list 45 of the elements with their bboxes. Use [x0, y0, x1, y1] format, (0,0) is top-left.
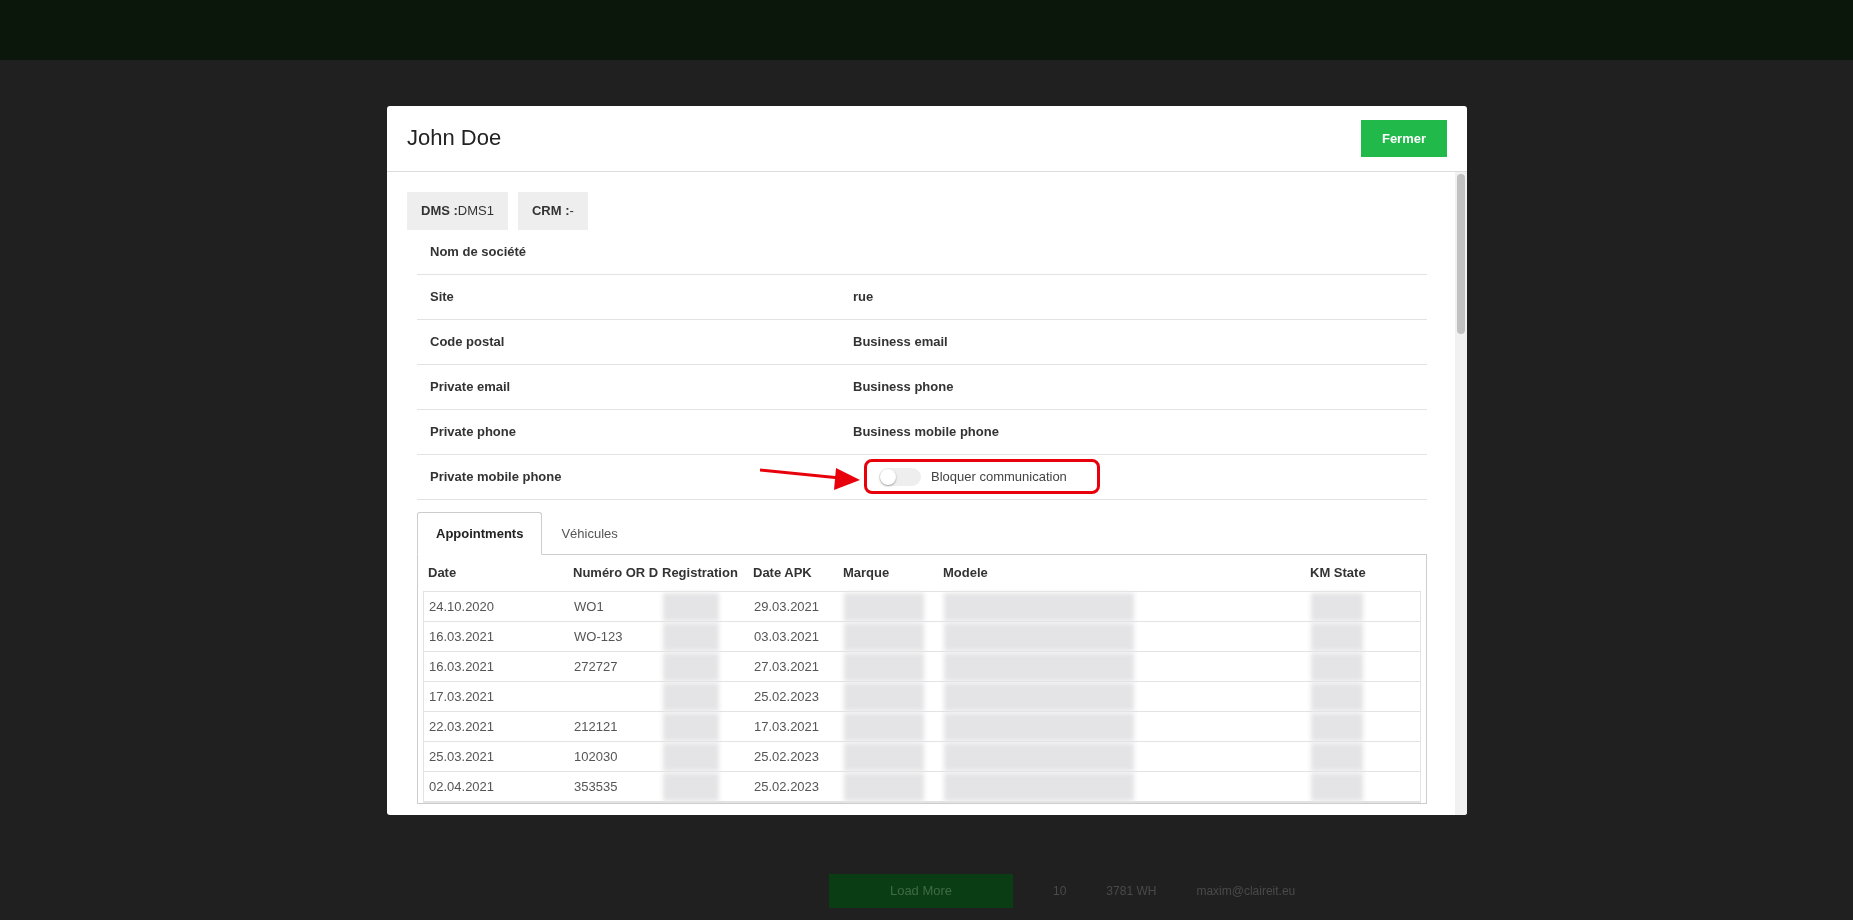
- column-header: Modele: [943, 564, 989, 583]
- field-label: Site: [430, 287, 455, 306]
- column-header: Numéro OR D: [573, 564, 660, 583]
- table-cell-text: 25.02.2023: [754, 747, 821, 766]
- table-cell-text: 102030: [574, 747, 619, 766]
- table-cell-text: 02.04.2021: [428, 777, 496, 796]
- column-header: KM State: [1310, 564, 1367, 583]
- table-cell-text: WO1: [574, 597, 605, 616]
- table-cell-text: 29.03.2021: [754, 597, 821, 616]
- field-label: Private email: [430, 377, 512, 396]
- field-label: Private mobile phone: [430, 467, 563, 486]
- scrollbar-thumb[interactable]: [1457, 174, 1465, 334]
- table-cell-text: 17.03.2021: [428, 687, 496, 706]
- field-label: Private phone: [430, 422, 517, 441]
- column-header: Marque: [843, 564, 891, 583]
- table-cell-text: 16.03.2021: [428, 627, 496, 646]
- tab[interactable]: Véhicules: [542, 511, 637, 555]
- field-label: Code postal: [430, 332, 506, 351]
- field-label: Nom de société: [430, 242, 528, 261]
- toggle-label: Bloquer communication: [931, 467, 1067, 486]
- column-header: Date APK: [753, 564, 813, 583]
- table-cell-text: 27.03.2021: [754, 657, 821, 676]
- field-label: Business phone: [853, 377, 954, 396]
- table-cell-text: WO-123: [574, 627, 624, 646]
- column-header: Registration: [662, 564, 739, 583]
- tab[interactable]: Appointments: [417, 511, 543, 555]
- table-cell-text: 24.10.2020: [428, 597, 496, 616]
- table-cell-text: 25.03.2021: [428, 747, 496, 766]
- column-header: Date: [427, 564, 458, 583]
- field-label: rue: [853, 287, 874, 306]
- table-cell-text: 16.03.2021: [428, 657, 496, 676]
- source-badge: DMS :DMS1: [407, 192, 508, 230]
- field-label: Business email: [853, 332, 948, 351]
- table-cell-text: 353535: [574, 777, 619, 796]
- table-cell-text: 25.02.2023: [754, 687, 821, 706]
- field-label: Business mobile phone: [853, 422, 999, 441]
- table-cell-text: 272727: [574, 657, 619, 676]
- table-cell-text: 17.03.2021: [754, 717, 821, 736]
- table-cell-text: 03.03.2021: [754, 627, 821, 646]
- table-cell-text: 22.03.2021: [428, 717, 496, 736]
- dialog-title: John Doe: [407, 125, 502, 152]
- table-cell-text: 212121: [574, 717, 619, 736]
- table-cell-text: 25.02.2023: [754, 777, 821, 796]
- toggle-switch[interactable]: [879, 467, 921, 486]
- source-badge: CRM :-: [517, 192, 588, 230]
